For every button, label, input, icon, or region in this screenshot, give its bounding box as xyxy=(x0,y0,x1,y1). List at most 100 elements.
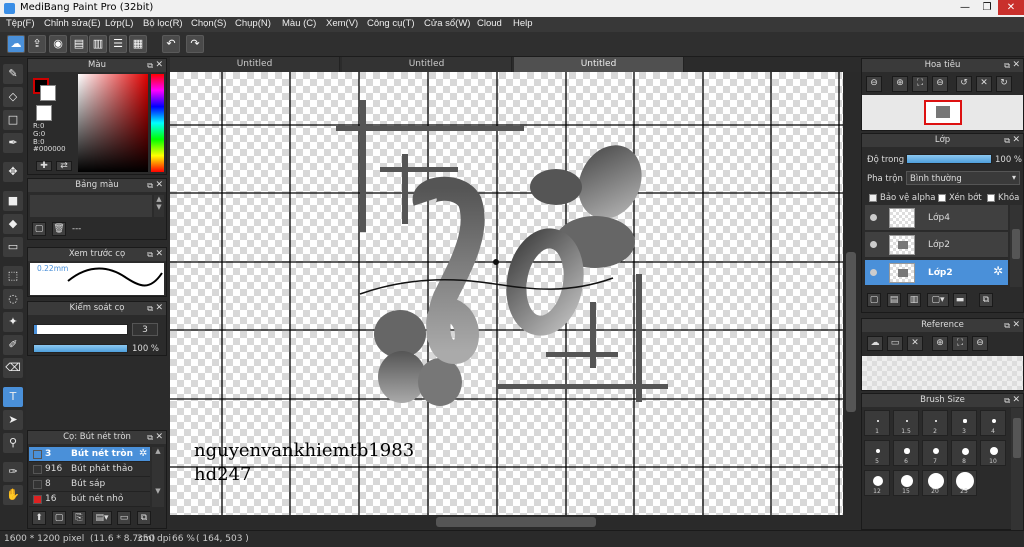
close-window-button[interactable]: ✕ xyxy=(998,0,1024,15)
delete-palette-icon[interactable]: 🗑 xyxy=(52,222,66,236)
menu-snap[interactable]: Chụp(N) xyxy=(235,18,271,29)
saturation-value-picker[interactable] xyxy=(78,74,148,172)
layer-folder-icon[interactable]: ▬ xyxy=(953,293,967,307)
menu-layer[interactable]: Lớp(L) xyxy=(105,18,133,29)
close-icon[interactable]: ✕ xyxy=(1012,394,1020,407)
close-reference-icon[interactable]: ✕ xyxy=(907,336,923,351)
dock-icon[interactable]: ⧉ xyxy=(147,431,153,444)
brush-size-option[interactable]: 10 xyxy=(980,440,1006,466)
layer-row-selected[interactable]: Lớp2 ✲ xyxy=(865,260,1008,286)
gradient-tool-icon[interactable]: ▭ xyxy=(3,237,23,257)
brush-opacity-slider[interactable] xyxy=(33,344,128,353)
gear-icon[interactable]: ✲ xyxy=(139,448,147,459)
horizontal-scrollbar[interactable] xyxy=(170,515,860,529)
brush-settings-icon[interactable]: ▤▾ xyxy=(92,511,112,525)
menu-edit[interactable]: Chỉnh sửa(E) xyxy=(44,18,101,29)
brush-list-scrollbar[interactable]: ▲ ▼ xyxy=(152,447,164,507)
dock-icon[interactable]: ⧉ xyxy=(147,248,153,261)
folder-icon[interactable]: ▭ xyxy=(117,511,131,525)
palette-scrollbar[interactable]: ▲ ▼ xyxy=(154,195,164,217)
menu-tools[interactable]: Công cụ(T) xyxy=(367,18,415,29)
magic-wand-tool-icon[interactable]: ✦ xyxy=(3,312,23,332)
duplicate-layer-icon[interactable]: ⧉ xyxy=(979,293,993,307)
new-layer-icon[interactable]: ▢ xyxy=(867,293,881,307)
cloud-icon[interactable]: ☁ xyxy=(7,35,25,53)
eye-icon[interactable] xyxy=(870,214,877,221)
eye-icon[interactable] xyxy=(870,241,877,248)
dropper-tool-icon[interactable]: ✑ xyxy=(3,462,23,482)
brush-item[interactable]: 8 Bút sáp xyxy=(29,477,150,492)
tab-untitled-1[interactable]: Untitled xyxy=(170,57,340,72)
brush-size-scrollbar[interactable] xyxy=(1011,408,1023,530)
zoom-out-icon[interactable]: ⊖ xyxy=(866,76,882,92)
new-palette-icon[interactable]: ▢ xyxy=(32,222,46,236)
operation-tool-icon[interactable]: ➤ xyxy=(3,410,23,430)
open-folder-icon[interactable]: ▭ xyxy=(887,336,903,351)
blend-mode-select[interactable]: Bình thường ▾ xyxy=(906,171,1020,185)
layer-list-scrollbar[interactable] xyxy=(1010,205,1022,287)
fill-rect-tool-icon[interactable]: ■ xyxy=(3,191,23,211)
menu-color[interactable]: Màu (C) xyxy=(282,18,316,29)
brush-size-option[interactable]: 1.5 xyxy=(893,410,919,436)
menu-file[interactable]: Tệp(F) xyxy=(6,18,35,29)
zoom-out-icon[interactable]: ⊖ xyxy=(972,336,988,351)
brush-item[interactable]: 3 Bút nét tròn ✲ xyxy=(29,447,150,462)
menu-cloud[interactable]: Cloud xyxy=(477,18,502,29)
hand-tool-icon[interactable]: ✋ xyxy=(3,485,23,505)
close-icon[interactable]: ✕ xyxy=(155,179,163,192)
new-halftone-layer-icon[interactable]: ▤ xyxy=(887,293,901,307)
add-brush-icon[interactable]: ⬆ xyxy=(32,511,46,525)
pen-tool-icon[interactable]: ✒ xyxy=(3,133,23,153)
maximize-button[interactable]: ❐ xyxy=(976,0,998,15)
minimize-button[interactable]: — xyxy=(954,0,976,15)
list-icon[interactable]: ☰ xyxy=(109,35,127,53)
rotate-left-icon[interactable]: ↺ xyxy=(956,76,972,92)
layer-row[interactable]: Lớp2 xyxy=(865,232,1008,258)
brush-size-option[interactable]: 20 xyxy=(922,470,948,496)
close-icon[interactable]: ✕ xyxy=(1012,59,1020,72)
dock-icon[interactable]: ⧉ xyxy=(147,179,153,192)
brush-size-option[interactable]: 2 xyxy=(922,410,948,436)
flip-icon[interactable]: ✕ xyxy=(976,76,992,92)
layer-opacity-slider[interactable] xyxy=(906,154,992,164)
rotate-right-icon[interactable]: ↻ xyxy=(996,76,1012,92)
gear-icon[interactable]: ✲ xyxy=(993,264,1003,278)
background-color-swatch[interactable] xyxy=(40,85,56,101)
reference-view-area[interactable] xyxy=(862,356,1023,390)
select-eraser-tool-icon[interactable]: ⌫ xyxy=(3,358,23,378)
lasso-tool-icon[interactable]: ◌ xyxy=(3,289,23,309)
close-icon[interactable]: ✕ xyxy=(155,302,163,315)
document-icon[interactable]: ▥ xyxy=(89,35,107,53)
brush-size-option[interactable]: 3 xyxy=(951,410,977,436)
canvas-text-line1[interactable]: nguyenvankhiemtb1983 xyxy=(194,440,414,461)
comment-icon[interactable]: ◉ xyxy=(49,35,67,53)
close-icon[interactable]: ✕ xyxy=(155,431,163,444)
brush-size-option[interactable]: 5 xyxy=(864,440,890,466)
vertical-scroll-thumb[interactable] xyxy=(846,252,856,412)
close-icon[interactable]: ✕ xyxy=(155,59,163,72)
dock-icon[interactable]: ⧉ xyxy=(147,302,153,315)
transparent-swatch[interactable] xyxy=(36,105,52,121)
vertical-scrollbar[interactable] xyxy=(843,72,860,515)
zoom-in-icon[interactable]: ⊕ xyxy=(892,76,908,92)
menu-select[interactable]: Chọn(S) xyxy=(191,18,226,29)
brush-size-option[interactable]: 25 xyxy=(951,470,977,496)
lock-checkbox[interactable] xyxy=(987,194,995,202)
new-brush-icon[interactable]: ▢ xyxy=(52,511,66,525)
new-8bit-layer-icon[interactable]: ▥ xyxy=(907,293,921,307)
clipping-checkbox[interactable] xyxy=(938,194,946,202)
navigator-preview[interactable] xyxy=(862,95,1023,130)
fit-icon[interactable]: ⛶ xyxy=(912,76,928,92)
dock-icon[interactable]: ⧉ xyxy=(1004,59,1010,72)
copy-brush-icon[interactable]: ⎘ xyxy=(72,511,86,525)
bucket-tool-icon[interactable]: ◆ xyxy=(3,214,23,234)
zoom-in-icon[interactable]: ⊕ xyxy=(932,336,948,351)
canvas-text-line2[interactable]: hd247 xyxy=(194,464,251,485)
select-pen-tool-icon[interactable]: ✐ xyxy=(3,335,23,355)
hue-slider[interactable] xyxy=(151,74,164,172)
brush-size-option[interactable]: 15 xyxy=(893,470,919,496)
protect-alpha-checkbox[interactable] xyxy=(869,194,877,202)
color-swap-icon[interactable]: ⇄ xyxy=(56,161,72,171)
zoom-minus-icon[interactable]: ⊖ xyxy=(932,76,948,92)
layer-options-icon[interactable]: ▢▾ xyxy=(927,293,949,307)
